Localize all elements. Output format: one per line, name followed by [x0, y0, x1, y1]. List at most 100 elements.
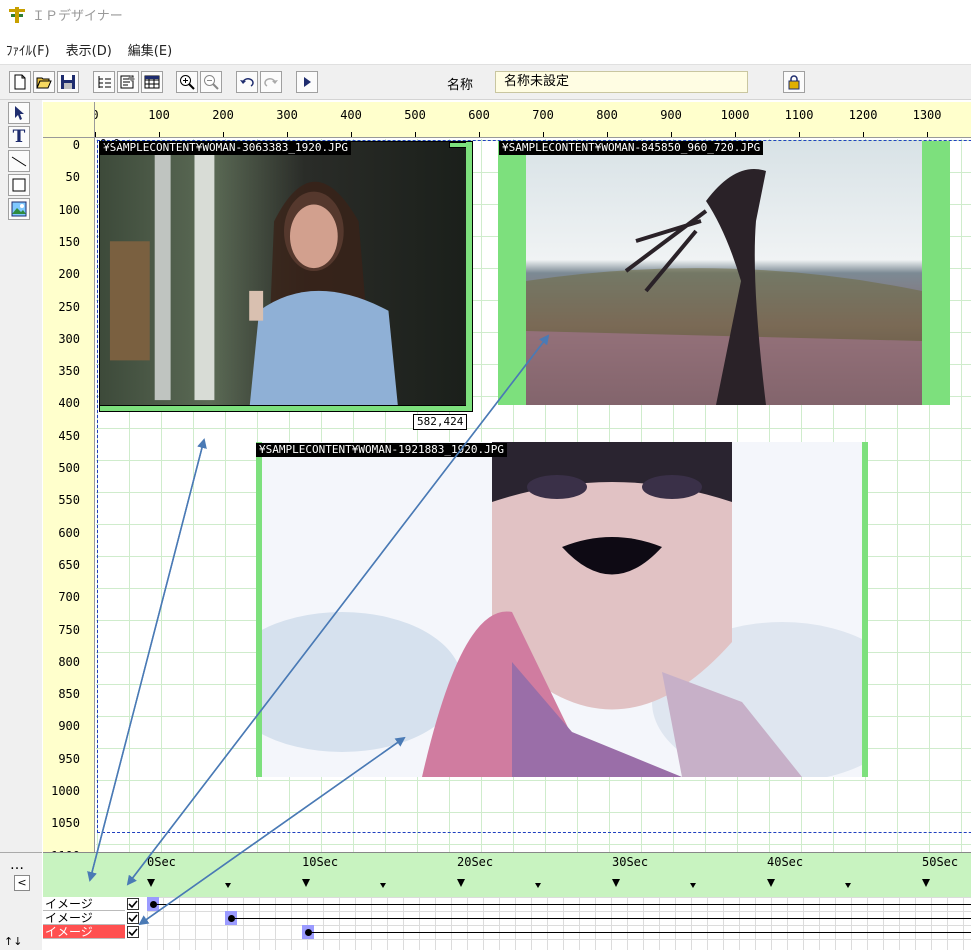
zoom-out-button[interactable] [200, 71, 222, 93]
ruler-top-tickmark [735, 132, 736, 137]
timeline-keyframe-marker[interactable] [767, 879, 775, 887]
name-label: 名称 [447, 78, 474, 93]
timeline-row[interactable]: イメージ [43, 925, 971, 939]
app-title: ＩＰデザイナー [32, 8, 123, 24]
timeline-row[interactable]: イメージ [43, 897, 971, 911]
timeline-keyframe-dot[interactable] [227, 915, 235, 922]
arrow-cursor-icon [15, 106, 24, 120]
undo-icon [240, 78, 254, 87]
timeline-row-label[interactable]: イメージ [43, 911, 125, 925]
image-icon [11, 201, 27, 217]
timeline-keyframe-marker[interactable] [922, 879, 930, 887]
redo-button[interactable] [260, 71, 282, 93]
timeline-second-label: 20Sec [457, 855, 494, 869]
photo-woman-street [100, 142, 472, 411]
properties-icon [120, 75, 135, 89]
undo-button[interactable] [236, 71, 258, 93]
ruler-top-tick: 1100 [784, 108, 814, 122]
timeline-keyframe-marker[interactable] [612, 879, 620, 887]
timeline-more-button[interactable]: … [10, 857, 24, 873]
ruler-top-tickmark [671, 132, 672, 137]
timeline-row-label[interactable]: イメージ [43, 897, 125, 911]
timeline-row-label[interactable]: イメージ [43, 925, 125, 939]
image-woman-2[interactable] [526, 141, 922, 405]
lock-button[interactable] [783, 71, 805, 93]
timeline-keyframe-dot[interactable] [305, 929, 312, 936]
app-icon [8, 5, 26, 23]
ruler-left-tick: 550 [58, 493, 80, 508]
zoom-in-button[interactable] [176, 71, 198, 93]
timeline-row-checkbox[interactable] [127, 926, 139, 938]
save-button[interactable] [57, 71, 79, 93]
ruler-top-tickmark [287, 132, 288, 137]
image-woman-3[interactable] [262, 442, 862, 777]
timeline-keyframe-marker[interactable] [147, 879, 155, 887]
ruler-horizontal: 0 100 200 300 400 500 600 700 800 900 1000 1100 1200… [43, 102, 971, 138]
checkmark-icon [128, 914, 138, 923]
ruler-top-tickmark [351, 132, 352, 137]
timeline-keyframe-marker[interactable] [844, 883, 851, 888]
new-file-button[interactable] [9, 71, 31, 93]
tree-view-button[interactable] [93, 71, 115, 93]
timeline-second-label: 30Sec [612, 855, 649, 869]
menu-file[interactable]: ﾌｧｲﾙ(F) [6, 40, 50, 59]
ruler-left-tick: 100 [58, 202, 80, 217]
ruler-top-tickmark [479, 132, 480, 137]
ruler-left-tick: 50 [65, 170, 80, 185]
timeline-row-checkbox[interactable] [127, 898, 139, 910]
ruler-top-tick: 300 [276, 108, 298, 122]
image-woman-1[interactable] [99, 141, 473, 412]
image-tool[interactable] [8, 198, 30, 220]
name-field[interactable]: 名称未設定 [495, 71, 748, 93]
ruler-top-tickmark [927, 132, 928, 137]
play-button[interactable] [296, 71, 318, 93]
ruler-top-tickmark [415, 132, 416, 137]
ruler-left-tick: 500 [58, 461, 80, 475]
timeline-duration-line [312, 932, 971, 933]
timeline-keyframe-marker[interactable] [457, 879, 465, 887]
ruler-left-tick: 700 [58, 590, 80, 605]
timeline-keyframe-marker[interactable] [302, 879, 310, 887]
line-tool[interactable] [8, 150, 30, 172]
ruler-top-tick: 800 [596, 108, 618, 122]
timeline-side-controls: … < ↑↓ [0, 852, 42, 950]
ruler-left-tick: 800 [58, 654, 80, 669]
checkmark-icon [128, 900, 138, 909]
photo-woman-tree [526, 141, 922, 405]
ruler-top-tickmark [799, 132, 800, 137]
redo-icon [264, 78, 278, 87]
rect-tool[interactable] [8, 174, 30, 196]
properties-button[interactable] [117, 71, 139, 93]
open-folder-button[interactable] [33, 71, 55, 93]
text-t-icon: T [12, 127, 26, 147]
timeline-sort-button[interactable]: ↑↓ [4, 935, 22, 948]
timeline-keyframe-dot[interactable] [150, 901, 157, 908]
ruler-top-tick: 1300 [912, 108, 942, 122]
selection-bar-image-3-right [862, 442, 868, 777]
tool-palette: T [8, 102, 32, 222]
grid-button[interactable] [141, 71, 163, 93]
text-tool[interactable]: T [8, 126, 30, 148]
timeline-row[interactable]: イメージ [43, 911, 971, 925]
timeline-keyframe-marker[interactable] [534, 883, 541, 888]
image-label-2: ¥SAMPLECONTENT¥WOMAN-845850_960_720.JPG [499, 141, 764, 155]
timeline-collapse-button[interactable]: < [14, 875, 30, 891]
selection-bar-image-2-right [922, 141, 950, 405]
grid-icon [144, 75, 160, 89]
timeline-keyframe-marker[interactable] [224, 883, 231, 888]
line-icon [11, 156, 27, 167]
timeline-keyframe-marker[interactable] [379, 883, 386, 888]
timeline-row-checkbox[interactable] [127, 912, 139, 924]
select-tool[interactable] [8, 102, 30, 124]
timeline-keyframe-marker[interactable] [689, 883, 696, 888]
design-canvas[interactable]: 0,0 ¥SAMPLECONTENT¥WOMAN-3063383_1920.JP… [96, 139, 971, 852]
menu-edit[interactable]: 編集(E) [128, 40, 172, 59]
open-folder-icon [36, 77, 52, 89]
ruler-left-tick: 900 [58, 719, 80, 734]
timeline-second-label: 40Sec [767, 855, 804, 869]
tree-list-icon [98, 76, 111, 88]
ruler-left-tick: 1050 [51, 816, 80, 831]
timeline-second-label: 0Sec [147, 855, 176, 869]
zoom-out-icon [204, 75, 219, 90]
menu-view[interactable]: 表示(D) [66, 40, 112, 59]
